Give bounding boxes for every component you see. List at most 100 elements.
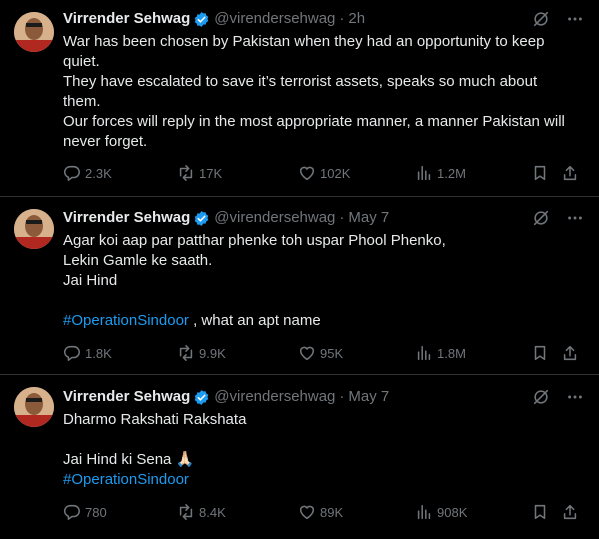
like-count: 102K [320, 165, 351, 181]
tweet-line: Jai Hind [63, 272, 118, 289]
like-button[interactable]: 89K [298, 502, 343, 522]
view-count: 908K [437, 504, 468, 520]
tweet-actions: 780 8.4K 89K 908K [63, 502, 588, 522]
timestamp[interactable]: 2h [348, 9, 365, 29]
author-handle[interactable]: @virendersehwag [214, 9, 335, 29]
more-icon[interactable] [565, 387, 585, 407]
tweet-text: War has been chosen by Pakistan when the… [63, 32, 588, 152]
verified-badge-icon [195, 210, 209, 226]
tweet-line: They have escalated to save it’s terrori… [63, 73, 538, 90]
timestamp[interactable]: May 7 [348, 387, 389, 407]
avatar[interactable] [14, 12, 54, 52]
views-button[interactable]: 1.2M [415, 163, 466, 183]
avatar[interactable] [14, 209, 54, 249]
hashtag-link[interactable]: #OperationSindoor [63, 312, 189, 329]
tweet-line: Lekin Gamle ke saath. [63, 252, 213, 269]
heart-icon [299, 166, 315, 181]
heart-icon [299, 346, 315, 361]
more-icon[interactable] [565, 9, 585, 29]
tweet-line: them. [63, 93, 101, 110]
tweet-header: Virrender Sehwag @virendersehwag · May 7 [63, 387, 389, 407]
bookmark-icon [534, 345, 546, 361]
tweet[interactable]: Virrender Sehwag @virendersehwag · May 7… [0, 197, 599, 375]
avatar[interactable] [14, 387, 54, 427]
reply-icon [63, 504, 80, 520]
tweet-top-actions [531, 9, 585, 29]
like-button[interactable]: 102K [298, 163, 350, 183]
tweet-line [63, 430, 588, 450]
tweet-line: never forget. [63, 133, 148, 150]
repost-icon [179, 165, 193, 181]
like-count: 95K [320, 345, 344, 361]
verified-badge-icon [195, 11, 209, 27]
author-handle[interactable]: @virendersehwag [214, 387, 335, 407]
view-count: 1.8M [437, 345, 466, 361]
author-name[interactable]: Virrender Sehwag [63, 9, 190, 29]
reply-button[interactable]: 780 [63, 502, 107, 522]
tweet-line: Our forces will reply in the most approp… [63, 113, 565, 130]
tweet-top-actions [531, 387, 585, 407]
share-icon [563, 165, 577, 181]
author-name[interactable]: Virrender Sehwag [63, 208, 190, 228]
views-button[interactable]: 1.8M [415, 343, 466, 363]
tweet-line: Jai Hind ki Sena 🙏🏻 [63, 451, 195, 468]
repost-button[interactable]: 8.4K [177, 502, 226, 522]
bookmark-button[interactable] [530, 343, 550, 363]
views-icon [417, 345, 431, 361]
more-icon[interactable] [565, 208, 585, 228]
views-icon [417, 165, 431, 181]
bookmark-icon [534, 504, 546, 520]
tweet[interactable]: Virrender Sehwag @virendersehwag · 2h Wa… [0, 0, 599, 197]
hashtag-link[interactable]: #OperationSindoor [63, 471, 189, 488]
tweet-line: #OperationSindoor [63, 470, 588, 490]
grok-icon[interactable] [531, 208, 551, 228]
bookmark-icon [534, 165, 546, 181]
like-button[interactable]: 95K [298, 343, 343, 363]
views-button[interactable]: 908K [415, 502, 467, 522]
avatar-photo [14, 12, 54, 52]
tweet-actions: 1.8K 9.9K 95K 1.8M [63, 343, 588, 363]
grok-icon[interactable] [531, 9, 551, 29]
timestamp[interactable]: May 7 [348, 208, 389, 228]
tweet-text: Dharmo Rakshati Rakshata Jai Hind ki Sen… [63, 410, 588, 490]
repost-icon [179, 345, 193, 361]
repost-count: 8.4K [199, 504, 226, 520]
tweet-line: Dharmo Rakshati Rakshata [63, 411, 247, 428]
share-icon [563, 345, 577, 361]
author-name[interactable]: Virrender Sehwag [63, 387, 190, 407]
reply-icon [63, 345, 80, 361]
repost-button[interactable]: 17K [177, 163, 222, 183]
repost-button[interactable]: 9.9K [177, 343, 226, 363]
share-button[interactable] [560, 163, 580, 183]
tweet[interactable]: Virrender Sehwag @virendersehwag · May 7… [0, 375, 599, 539]
tweet-line: #OperationSindoor , what an apt name [63, 311, 588, 331]
repost-count: 17K [199, 165, 223, 181]
tweet-line: War has been chosen by Pakistan when the… [63, 33, 545, 50]
reply-count: 780 [85, 504, 107, 520]
author-handle[interactable]: @virendersehwag [214, 208, 335, 228]
reply-count: 1.8K [85, 345, 112, 361]
views-icon [417, 504, 431, 520]
tweet-header: Virrender Sehwag @virendersehwag · May 7 [63, 208, 389, 228]
separator-dot: · [339, 209, 345, 226]
avatar-photo [14, 387, 54, 427]
separator-dot: · [339, 10, 345, 27]
grok-icon[interactable] [531, 387, 551, 407]
repost-count: 9.9K [199, 345, 226, 361]
heart-icon [299, 505, 315, 520]
reply-icon [63, 165, 80, 181]
bookmark-button[interactable] [530, 163, 550, 183]
view-count: 1.2M [437, 165, 466, 181]
tweet-text-suffix: , what an apt name [188, 312, 321, 329]
share-button[interactable] [560, 343, 580, 363]
share-button[interactable] [560, 502, 580, 522]
reply-button[interactable]: 2.3K [63, 163, 112, 183]
tweet-top-actions [531, 208, 585, 228]
bookmark-button[interactable] [530, 502, 550, 522]
tweet-line: Agar koi aap par patthar phenke toh uspa… [63, 232, 446, 249]
tweet-actions: 2.3K 17K 102K 1.2M [63, 163, 588, 183]
repost-icon [179, 504, 193, 520]
timeline: Virrender Sehwag @virendersehwag · 2h Wa… [0, 0, 599, 539]
tweet-header: Virrender Sehwag @virendersehwag · 2h [63, 9, 365, 29]
reply-button[interactable]: 1.8K [63, 343, 112, 363]
